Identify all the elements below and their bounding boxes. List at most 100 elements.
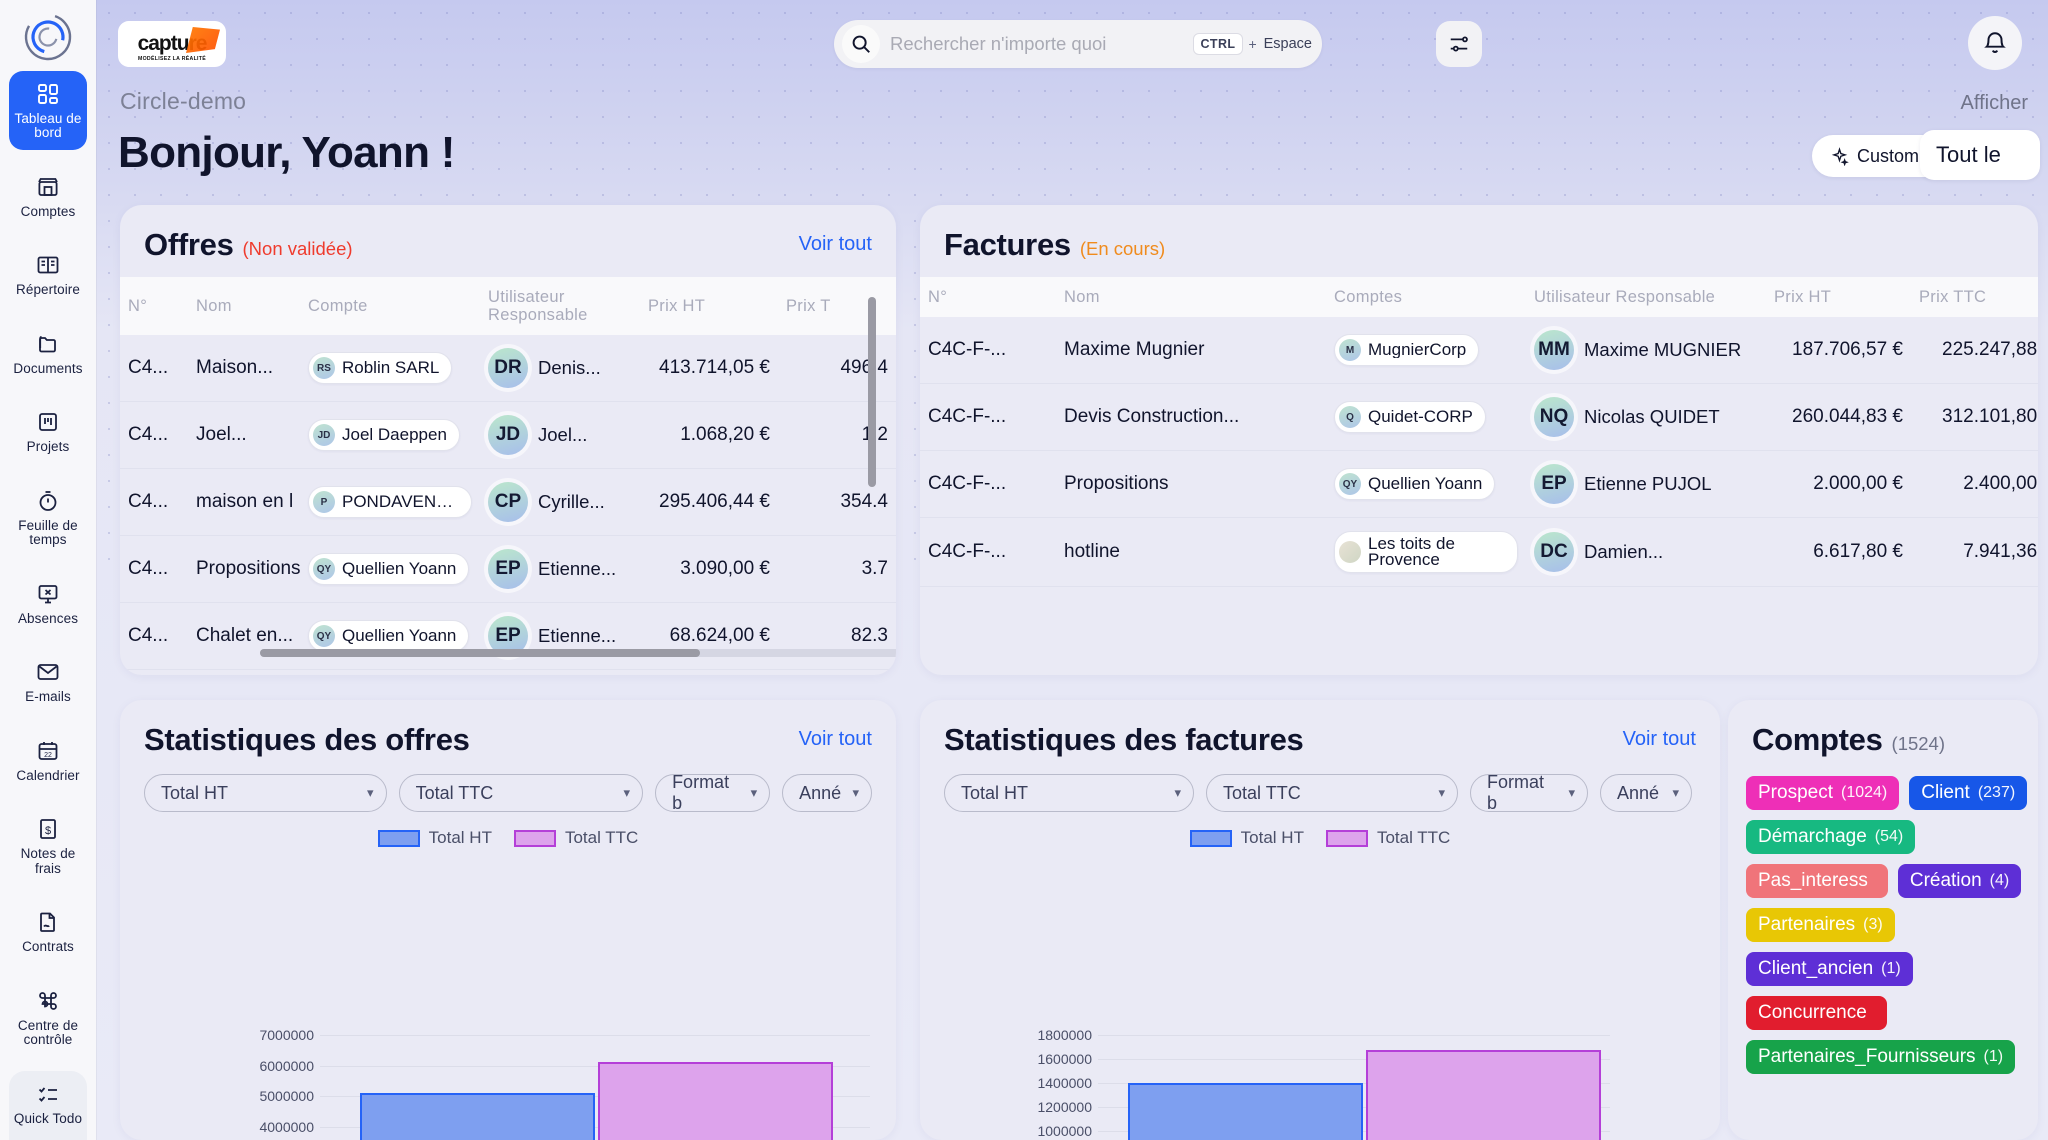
column-header-user[interactable]: Utilisateur Responsable (1526, 277, 1766, 317)
table-row[interactable]: C4C-F-... Propositions QY Quellien Yoann… (920, 450, 2038, 518)
tag-client-ancien[interactable]: Client_ancien (1) (1746, 952, 1913, 986)
column-header-nom[interactable]: Nom (1056, 277, 1326, 317)
tag-creation[interactable]: Création (4) (1897, 864, 2022, 898)
column-header-prix-ht[interactable]: Prix HT (640, 277, 778, 335)
table-row[interactable]: C4C-F-... Devis Construction... Q Quidet… (920, 383, 2038, 451)
select-annee[interactable]: Anné ▾ (1600, 774, 1692, 812)
sidebar-item-label: Contrats (22, 939, 74, 954)
column-header-nom[interactable]: Nom (188, 277, 300, 335)
cell-prix-ttc: 354.4 (778, 468, 896, 536)
select-total-ttc[interactable]: Total TTC ▾ (398, 774, 644, 812)
table-row[interactable]: C4... Propositions QY Quellien Yoann EP … (120, 535, 896, 603)
notifications-button[interactable] (1968, 16, 2022, 70)
table-row[interactable]: C4... Joel... JD Joel Daeppen JD Joel...… (120, 401, 896, 469)
tag-pas-interesse[interactable]: Pas_interess (1746, 864, 1888, 898)
period-select[interactable]: Tout le (1920, 130, 2040, 180)
account-chip[interactable]: M MugnierCorp (1334, 334, 1480, 366)
sidebar-item-absences[interactable]: Absences (9, 571, 87, 636)
column-header-user[interactable]: Utilisateur Responsable (480, 277, 640, 335)
offres-see-all-link[interactable]: Voir tout (799, 233, 872, 256)
bar-total-ttc[interactable] (1366, 1050, 1601, 1140)
sidebar-item-comptes[interactable]: Comptes (9, 164, 87, 229)
sidebar-item-label: Calendrier (16, 767, 80, 783)
circle-logo-icon[interactable] (20, 10, 76, 65)
account-chip[interactable]: P PONDAVENCORP (308, 486, 472, 518)
sidebar-item-projets[interactable]: Projets (9, 399, 87, 464)
sidebar-item-notes-de-frais[interactable]: $ Notes de frais (9, 806, 87, 885)
table-row[interactable]: C4... Chalet en... QY Quellien Yoann EP … (120, 602, 896, 670)
avatar: JD (488, 415, 528, 455)
legend-item-total-ttc[interactable]: Total TTC (513, 828, 638, 848)
account-name: PONDAVENCORP (342, 494, 459, 510)
cell-user: EP Etienne... (480, 602, 640, 670)
select-annee[interactable]: Anné ▾ (782, 774, 872, 812)
avatar: DR (488, 348, 528, 388)
legend-item-total-ht[interactable]: Total HT (377, 828, 492, 848)
tag-concurrence[interactable]: Concurrence (1746, 996, 1887, 1030)
select-total-ht[interactable]: Total HT ▾ (944, 774, 1194, 812)
stats-offres-see-all-link[interactable]: Voir tout (799, 728, 872, 751)
select-total-ht[interactable]: Total HT ▾ (144, 774, 387, 812)
select-value: Anné (799, 782, 842, 803)
sidebar-item-centre-de-controle[interactable]: Centre de contrôle (9, 978, 87, 1057)
stats-factures-card: Statistiques des factures Voir tout Tota… (920, 700, 1720, 1140)
tag-label: Création (1909, 870, 1982, 891)
table-row[interactable]: C4... maison en l P PONDAVENCORP CP Cyri… (120, 468, 896, 536)
column-header-prix-ttc[interactable]: Prix TTC (1911, 277, 2038, 317)
sliders-icon (1448, 33, 1470, 55)
capture-brand-logo[interactable]: capture MODÉLISEZ LA RÉALITÉ (118, 21, 226, 67)
dashboard-grid-icon (35, 81, 61, 107)
column-header-prix-ttc[interactable]: Prix T (778, 277, 896, 335)
sidebar-item-contrats[interactable]: Contrats (9, 899, 87, 964)
factures-header: Factures (En cours) (920, 205, 2038, 273)
stats-factures-see-all-link[interactable]: Voir tout (1623, 728, 1696, 751)
search-input[interactable]: Rechercher n'importe quoi (890, 33, 1193, 55)
cell-num: C4... (120, 535, 188, 603)
select-format[interactable]: Format b ▾ (1470, 772, 1588, 813)
column-header-compte[interactable]: Compte (300, 277, 480, 335)
y-tick-label: 1600000 (1037, 1050, 1092, 1067)
legend-item-total-ht[interactable]: Total HT (1189, 828, 1304, 848)
sidebar-item-feuille-de-temps[interactable]: Feuille de temps (9, 478, 87, 557)
legend-item-total-ttc[interactable]: Total TTC (1325, 828, 1450, 848)
account-chip[interactable]: QY Quellien Yoann (308, 620, 470, 652)
bar-total-ht[interactable] (1128, 1083, 1363, 1140)
account-chip[interactable]: RS Roblin SARL (308, 352, 453, 384)
cell-nom: Propositions (188, 535, 300, 603)
column-header-num[interactable]: N° (120, 277, 188, 335)
account-chip[interactable]: QY Quellien Yoann (1334, 468, 1496, 500)
offres-hscroll-thumb[interactable] (260, 649, 700, 657)
tag-client[interactable]: Client (237) (1909, 776, 2028, 810)
sidebar-item-quick-todo[interactable]: Quick Todo (9, 1070, 87, 1140)
offres-vscroll-thumb[interactable] (868, 297, 876, 487)
column-header-num[interactable]: N° (920, 277, 1056, 317)
cell-compte: QY Quellien Yoann (300, 602, 480, 670)
sidebar-item-label: Quick Todo (13, 1110, 83, 1126)
tag-partenaires-fournisseurs[interactable]: Partenaires_Fournisseurs (1) (1746, 1040, 2016, 1074)
filter-settings-button[interactable] (1436, 21, 1482, 67)
sidebar-item-documents[interactable]: Documents (9, 321, 87, 386)
cell-num: C4C-F-... (920, 450, 1056, 518)
column-header-comptes[interactable]: Comptes (1326, 277, 1526, 317)
select-format[interactable]: Format b ▾ (655, 772, 771, 813)
tag-prospect[interactable]: Prospect (1024) (1746, 776, 1900, 810)
account-chip[interactable]: QY Quellien Yoann (308, 553, 470, 585)
table-row[interactable]: C4C-F-... hotline Les toits de Provence … (920, 517, 2038, 587)
account-chip[interactable]: Q Quidet-CORP (1334, 401, 1486, 433)
account-chip[interactable]: JD Joel Daeppen (308, 419, 460, 451)
bar-total-ht[interactable] (360, 1093, 595, 1140)
bar-total-ttc[interactable] (598, 1062, 833, 1140)
tag-partenaires[interactable]: Partenaires (3) (1746, 908, 1895, 942)
column-header-prix-ht[interactable]: Prix HT (1766, 277, 1911, 317)
user-name: Damien... (1584, 541, 1664, 562)
select-total-ttc[interactable]: Total TTC ▾ (1206, 774, 1458, 812)
table-row[interactable]: C4... Maison... RS Roblin SARL DR Denis.… (120, 335, 896, 402)
sidebar-item-calendrier[interactable]: 22 Calendrier (9, 728, 87, 793)
account-chip[interactable]: Les toits de Provence (1334, 531, 1518, 573)
sidebar-item-tableau-de-bord[interactable]: Tableau de bord (9, 70, 87, 150)
tag-demarchage[interactable]: Démarchage (54) (1746, 820, 1916, 854)
sidebar-item-e-mails[interactable]: E-mails (9, 649, 87, 714)
global-search[interactable]: Rechercher n'importe quoi CTRL + Espace (834, 20, 1322, 68)
sidebar-item-repertoire[interactable]: Répertoire (9, 242, 87, 307)
table-row[interactable]: C4C-F-... Maxime Mugnier M MugnierCorp M… (920, 317, 2038, 384)
